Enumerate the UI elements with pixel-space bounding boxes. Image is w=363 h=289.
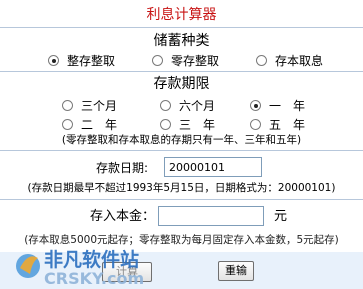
term-heading: 存款期限 — [153, 76, 210, 92]
radio-label: 一 年 — [269, 99, 306, 113]
deposit-date-input[interactable] — [164, 157, 262, 177]
radio-button[interactable] — [160, 119, 171, 130]
radio-label: 零存整取 — [171, 54, 220, 68]
page-title: 利息计算器 — [146, 7, 217, 23]
principal-label: 存入本金： — [90, 209, 156, 224]
savings-type-option-installment[interactable]: 零存整取 — [152, 52, 219, 69]
term-option-3-years[interactable]: 三 年 — [160, 116, 215, 133]
term-option-6-months[interactable]: 六个月 — [160, 97, 215, 114]
term-option-2-years[interactable]: 二 年 — [62, 116, 117, 133]
radio-button[interactable] — [62, 100, 73, 111]
watermark-cn: 非凡软件站 — [44, 248, 139, 271]
crsky-watermark-logo: 非凡软件站 CRSKY.com — [16, 248, 144, 288]
term-option-5-years[interactable]: 五 年 — [250, 116, 305, 133]
radio-label: 存本取息 — [275, 54, 324, 68]
deposit-date-note: (存款日期最早不超过1993年5月15日，日期格式为：20000101) — [27, 182, 336, 194]
radio-button[interactable] — [250, 100, 261, 111]
radio-label: 二 年 — [81, 118, 118, 132]
term-note: (零存整取和存本取息的存期只有一年、三年和五年) — [61, 134, 302, 146]
radio-label: 三个月 — [81, 99, 118, 113]
radio-button[interactable] — [48, 55, 59, 66]
radio-label: 五 年 — [269, 118, 306, 132]
radio-button[interactable] — [256, 55, 267, 66]
savings-type-heading: 储蓄种类 — [153, 33, 210, 49]
radio-button[interactable] — [250, 119, 261, 130]
radio-button[interactable] — [152, 55, 163, 66]
principal-unit: 元 — [274, 209, 288, 224]
divider — [0, 71, 363, 72]
divider — [0, 27, 363, 28]
savings-type-option-fixed[interactable]: 整存整取 — [48, 52, 115, 69]
reset-button[interactable]: 重输 — [218, 261, 254, 281]
divider — [0, 150, 363, 151]
divider — [0, 199, 363, 200]
savings-type-option-interest[interactable]: 存本取息 — [256, 52, 323, 69]
radio-label: 六个月 — [179, 99, 216, 113]
interest-calculator: 利息计算器 储蓄种类 整存整取 零存整取 存本取息 存款期限 三个月 六个月 一… — [0, 0, 363, 289]
radio-button[interactable] — [160, 100, 171, 111]
radio-label: 三 年 — [179, 118, 216, 132]
term-option-1-year[interactable]: 一 年 — [250, 97, 305, 114]
principal-input[interactable] — [158, 206, 264, 226]
deposit-date-label: 存款日期: — [96, 161, 149, 175]
watermark-en: CRSKY.com — [44, 269, 144, 288]
radio-button[interactable] — [62, 119, 73, 130]
radio-label: 整存整取 — [67, 54, 116, 68]
term-option-3-months[interactable]: 三个月 — [62, 97, 117, 114]
